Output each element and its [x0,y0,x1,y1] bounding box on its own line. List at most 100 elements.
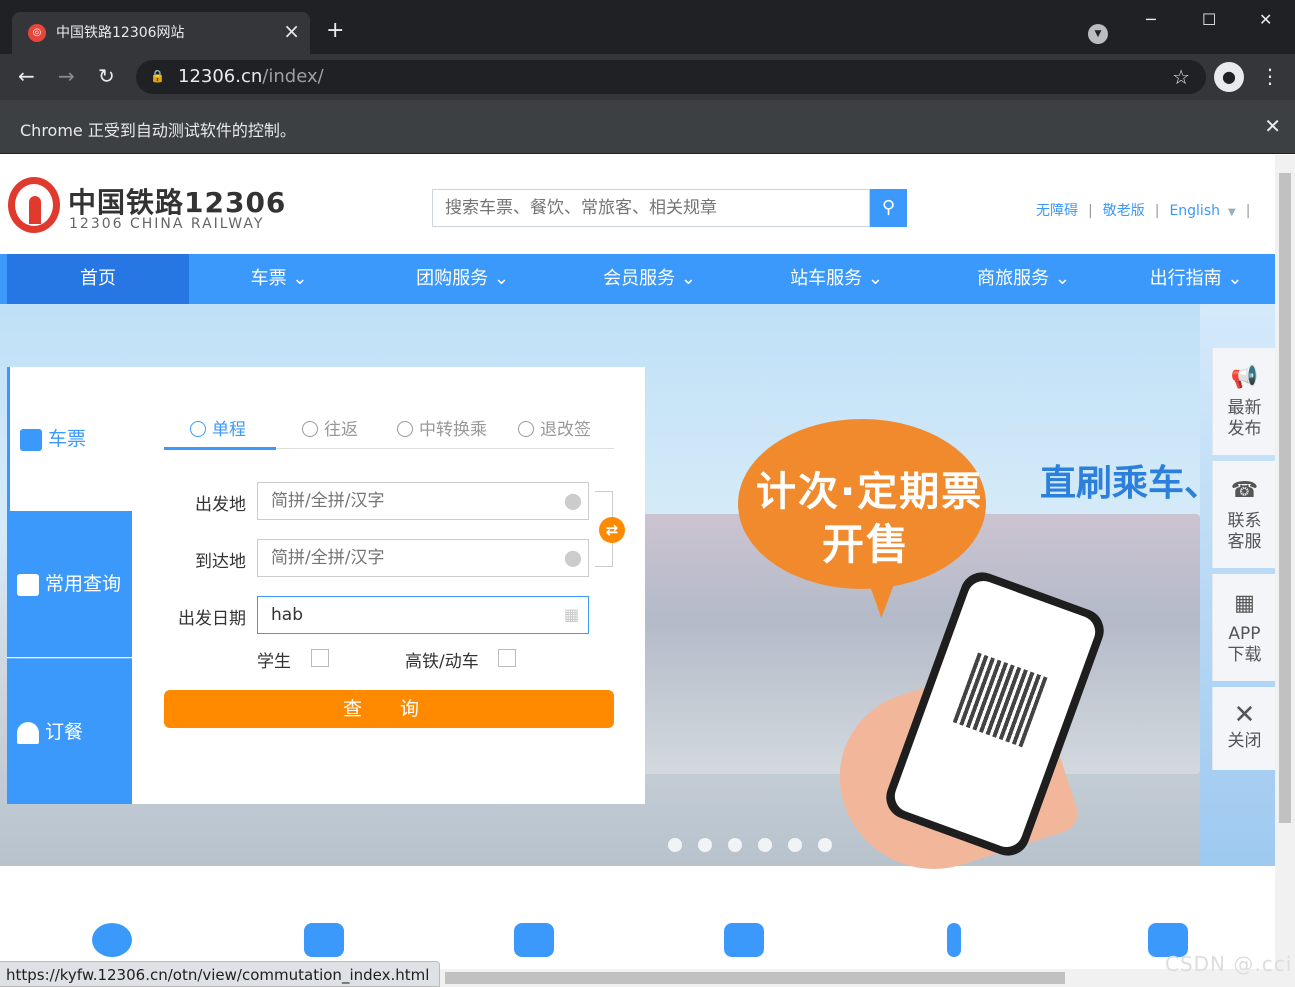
carousel-dot[interactable] [668,838,682,852]
chevron-down-icon: ⌄ [292,268,308,289]
nav-tickets[interactable]: 车票 ⌄ [189,254,369,304]
calendar-icon[interactable]: ▦ [564,605,579,625]
address-bar[interactable]: 🔒 12306.cn/index/ ☆ [136,60,1206,94]
sidebar-app-label: APP下载 [1227,624,1262,665]
service-icon[interactable] [298,913,350,965]
infobar-close-icon[interactable]: ✕ [1264,114,1281,138]
carousel-dot[interactable] [728,838,742,852]
new-tab-icon[interactable]: + [326,18,344,44]
logo-chinese[interactable]: 中国铁路12306 [68,181,286,221]
sidebar-contact[interactable]: ☎ 联系客服 [1212,461,1275,568]
service-icon[interactable] [508,913,560,965]
maximize-icon[interactable]: ☐ [1202,10,1216,29]
accessibility-link[interactable]: 无障碍 [1036,203,1078,219]
tab-close-icon[interactable]: × [283,21,300,41]
sidebar-app[interactable]: ▦ APP下载 [1212,574,1275,681]
tab-refund-label: 退改签 [540,420,591,440]
scrollbar-thumb[interactable] [445,972,1065,984]
roundtrip-icon [302,421,318,437]
service-icon[interactable] [718,913,770,965]
side-tab-label: 订餐 [45,721,84,743]
tab-oneway[interactable]: 单程 [190,415,246,440]
carousel-dot[interactable] [818,838,832,852]
refund-icon [518,421,534,437]
from-label: 出发地 [195,495,246,515]
nav-group-label: 团购服务 [416,268,489,289]
to-station-input[interactable] [258,540,588,576]
nav-tickets-label: 车票 [250,268,287,289]
tab-search-icon[interactable]: ▼ [1088,24,1108,44]
horizontal-scrollbar[interactable] [425,969,1275,987]
highspeed-label: 高铁/动车 [405,652,479,672]
sidebar-close[interactable]: ✕ 关闭 [1212,687,1275,770]
car-share-icon [514,923,554,957]
bookmark-star-icon[interactable]: ☆ [1172,65,1190,89]
service-icon[interactable] [86,913,138,965]
sidebar-news[interactable]: 📢 最新发布 [1212,348,1275,455]
oneway-icon [190,421,206,437]
link-separator: | [1245,203,1251,219]
location-pin-icon: ⬤ [564,491,582,510]
active-tab-underline [164,447,276,450]
sidebar-news-label: 最新发布 [1227,398,1262,439]
tab-roundtrip[interactable]: 往返 [302,415,358,440]
tab-transfer-label: 中转换乘 [419,420,487,440]
side-tab-common[interactable]: 常用查询 [7,511,132,657]
student-checkbox[interactable] [311,649,329,667]
carousel-dots [668,837,848,856]
nav-guide[interactable]: 出行指南 ⌄ [1117,254,1275,304]
site-search-input[interactable] [433,190,869,226]
nav-member[interactable]: 会员服务 ⌄ [556,254,743,304]
forward-icon[interactable]: → [58,64,75,88]
to-station-field[interactable]: ⬤ [257,539,589,577]
nav-station[interactable]: 站车服务 ⌄ [743,254,930,304]
site-search-field[interactable] [432,189,870,227]
nav-home[interactable]: 首页 [7,254,189,304]
phone-icon: ☎ [1230,478,1259,503]
query-side-menu: 车票 常用查询 订餐 [7,367,132,804]
tab-transfer[interactable]: 中转换乘 [397,415,487,440]
signpost-icon [947,923,961,957]
search-doc-icon [17,573,39,596]
url-text[interactable]: 12306.cn/index/ [178,67,324,87]
trip-type-tabs: 单程 往返 中转换乘 退改签 [164,411,614,450]
12306-logo-icon[interactable] [8,177,60,233]
search-icon[interactable]: ⚲ [870,189,907,227]
elder-mode-link[interactable]: 敬老版 [1103,203,1145,219]
chevron-down-icon[interactable]: ▼ [1228,207,1236,218]
date-field[interactable]: ▦ [257,596,589,634]
nav-business[interactable]: 商旅服务 ⌄ [930,254,1117,304]
link-separator: | [1154,203,1160,219]
tab-oneway-label: 单程 [212,420,246,440]
minimize-icon[interactable]: ─ [1146,10,1156,29]
carousel-dot[interactable] [788,838,802,852]
english-link[interactable]: English [1169,203,1220,219]
carousel-dot[interactable] [698,838,712,852]
tab-refund[interactable]: 退改签 [518,415,591,440]
nav-business-label: 商旅服务 [977,268,1050,289]
query-button[interactable]: 查 询 [164,690,614,728]
carousel-dot[interactable] [758,838,772,852]
tab-title: 中国铁路12306网站 [56,25,185,41]
scrollbar-thumb[interactable] [1279,173,1291,823]
promo-bubble: 计次·定期票 开售 [738,419,986,589]
side-tab-meals[interactable]: 订餐 [7,658,132,804]
back-icon[interactable]: ← [18,64,35,88]
highspeed-checkbox[interactable] [498,649,516,667]
from-station-input[interactable] [258,483,588,519]
browser-tab[interactable]: ◎ 中国铁路12306网站 × [12,12,310,54]
date-input[interactable] [258,597,588,633]
from-station-field[interactable]: ⬤ [257,482,589,520]
tab-roundtrip-label: 往返 [324,420,358,440]
profile-icon[interactable]: ● [1214,62,1244,92]
window-close-icon[interactable]: ✕ [1259,10,1272,29]
swap-stations-icon[interactable]: ⇄ [599,517,625,543]
nav-group[interactable]: 团购服务 ⌄ [369,254,556,304]
to-label: 到达地 [195,552,246,572]
menu-kebab-icon[interactable]: ⋮ [1260,64,1280,88]
reload-icon[interactable]: ↻ [98,64,115,88]
side-tab-tickets[interactable]: 车票 [7,367,132,511]
vertical-scrollbar[interactable] [1275,155,1295,987]
browser-titlebar: ◎ 中国铁路12306网站 × + ▼ ─ ☐ ✕ [0,0,1295,54]
service-icon[interactable] [928,913,980,965]
